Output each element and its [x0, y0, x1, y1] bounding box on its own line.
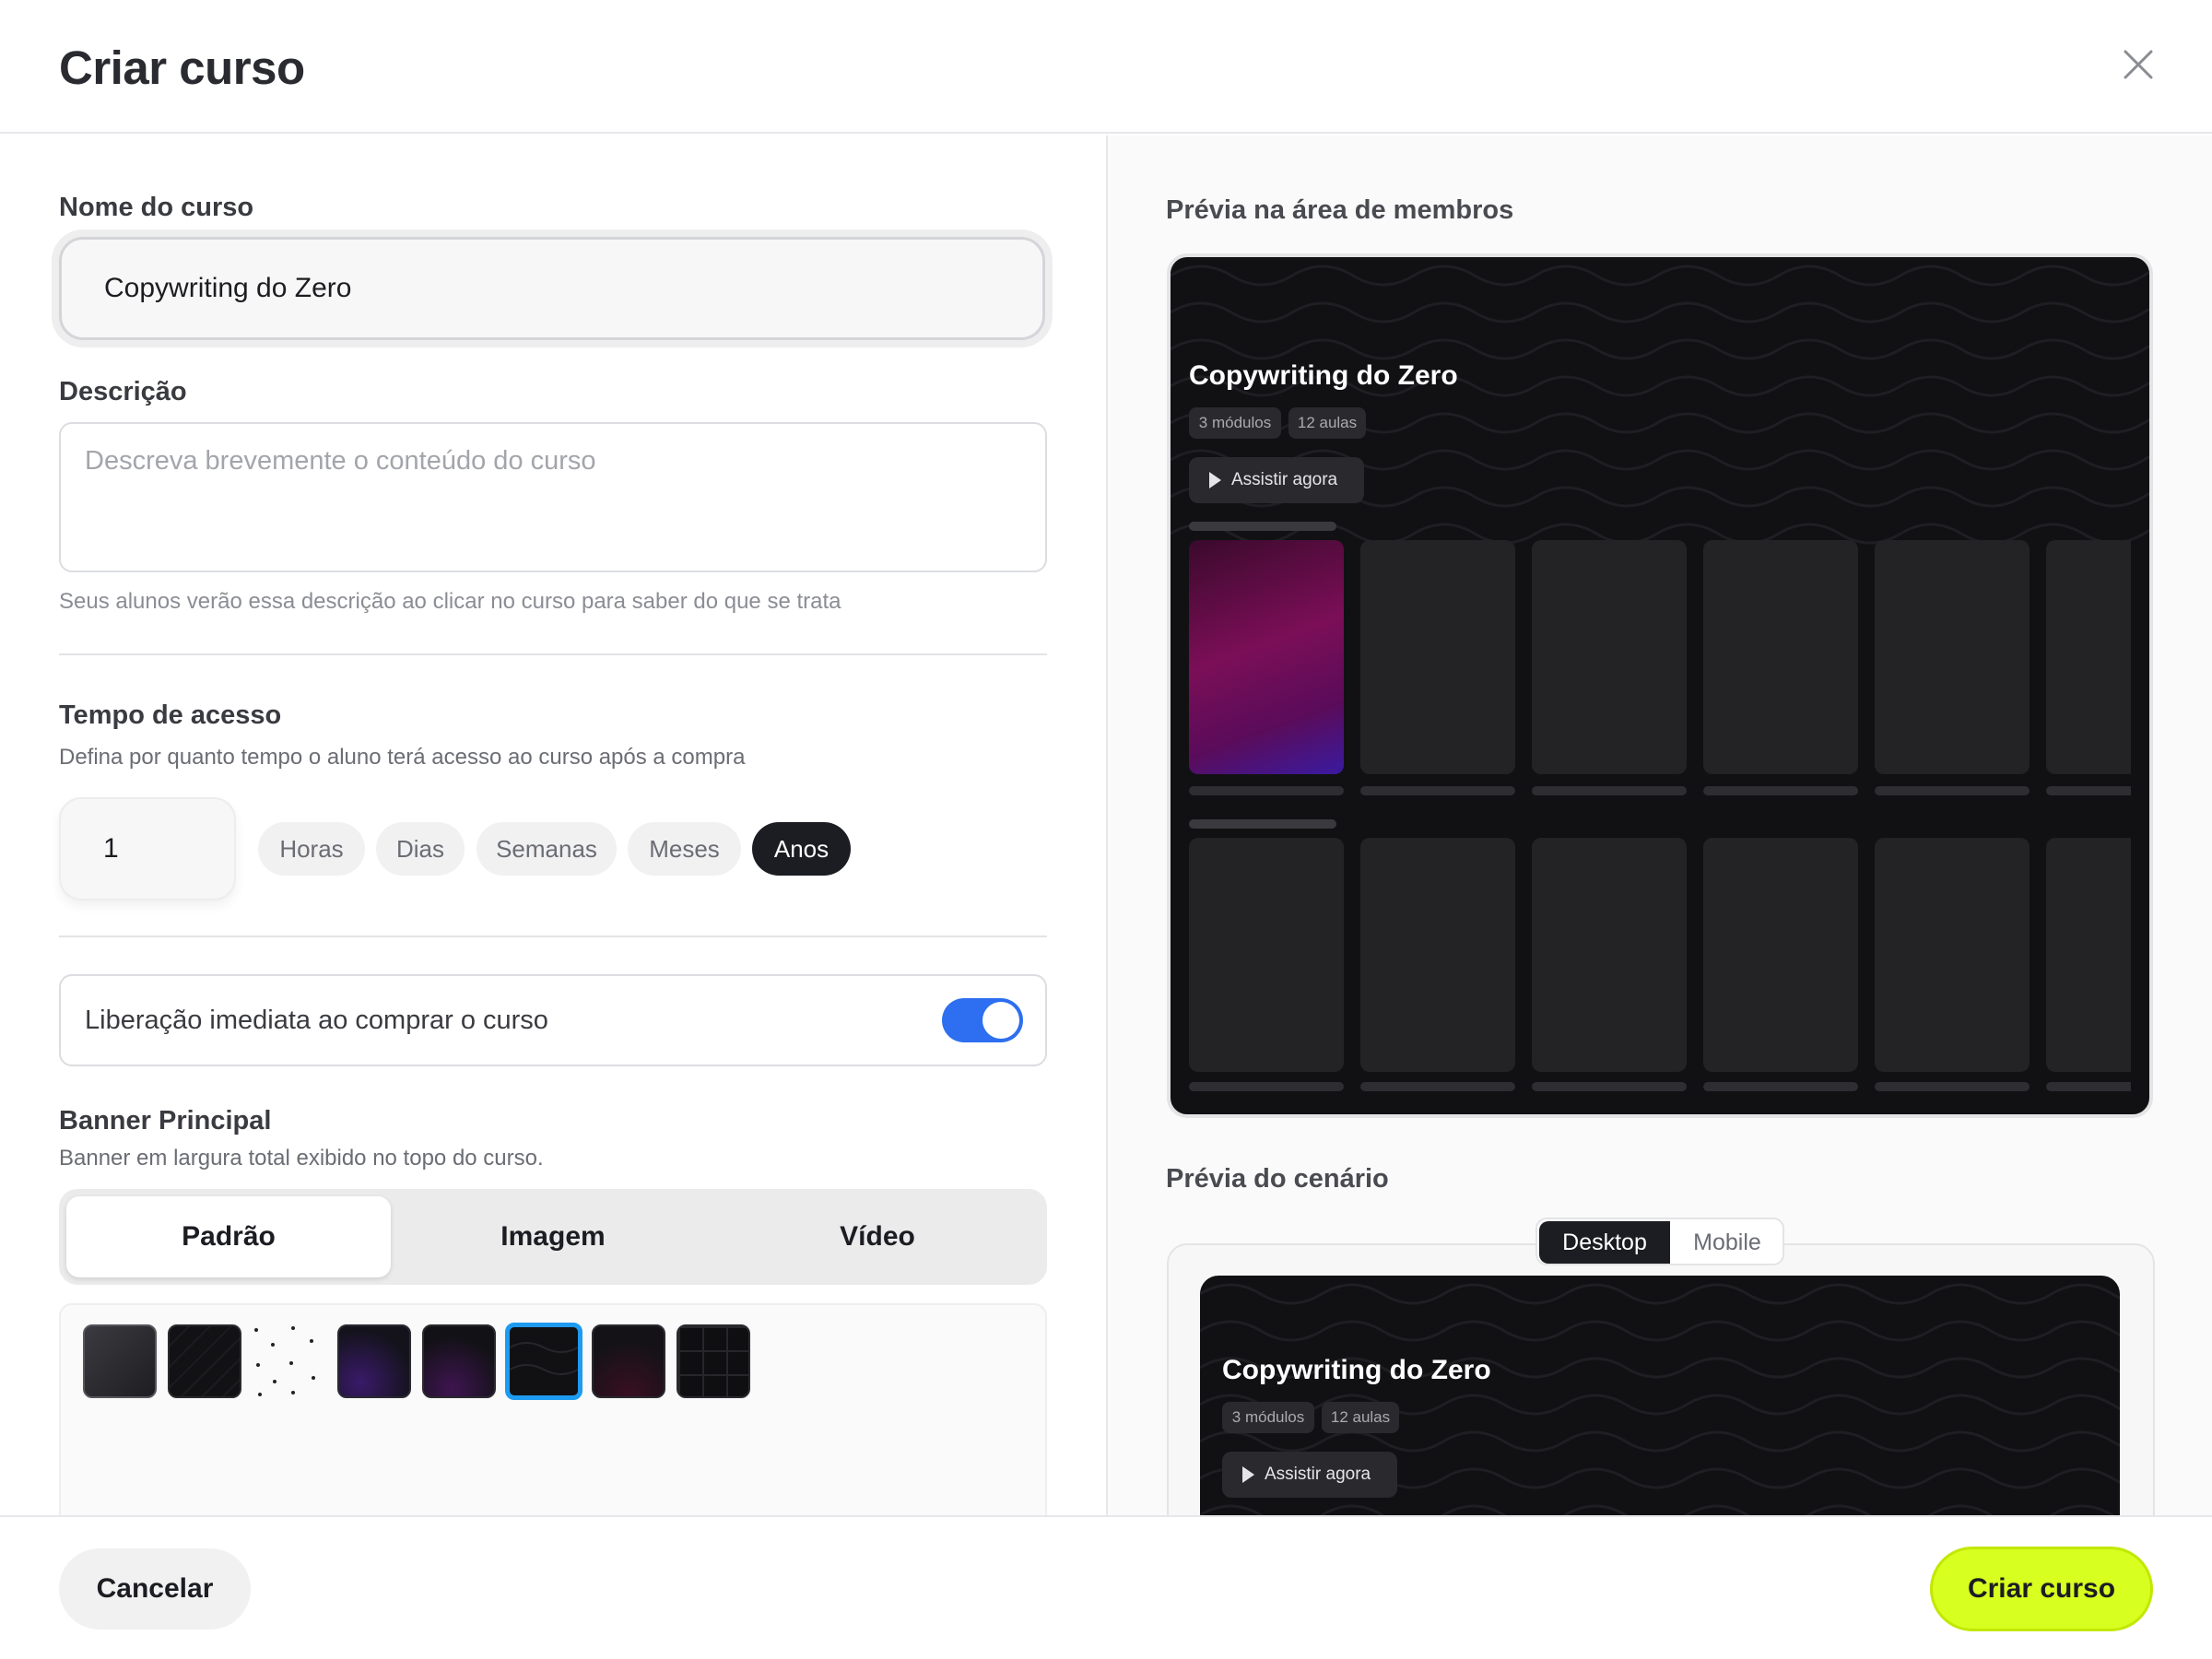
members-area-preview: Copywriting do Zero 3 módulos 12 aulas A… — [1167, 253, 2153, 1118]
banner-type-tabs: Padrão Imagem Vídeo — [59, 1189, 1047, 1285]
device-toggle: Desktop Mobile — [1535, 1218, 1784, 1265]
device-desktop-button[interactable]: Desktop — [1539, 1221, 1670, 1264]
scenario-preview: Copywriting do Zero 3 módulos 12 aulas A… — [1200, 1276, 2120, 1516]
play-icon — [1209, 472, 1221, 488]
preview-panel: Prévia na área de membros Copywriting do… — [1108, 135, 2212, 1516]
tab-video[interactable]: Vídeo — [715, 1196, 1040, 1277]
module-card-placeholder — [2046, 838, 2131, 1072]
module-card-placeholder — [1703, 540, 1858, 774]
description-textarea[interactable] — [59, 422, 1047, 572]
unit-pill-meses[interactable]: Meses — [628, 822, 741, 876]
unit-pill-dias[interactable]: Dias — [376, 822, 465, 876]
card-caption-placeholder — [1360, 1082, 1515, 1091]
background-swatch-maroon-glow[interactable] — [592, 1324, 665, 1398]
background-swatch-dots[interactable] — [253, 1324, 326, 1398]
name-label: Nome do curso — [59, 193, 254, 222]
row-title-placeholder — [1189, 819, 1336, 829]
modal-title: Criar curso — [59, 41, 305, 94]
tab-padrao[interactable]: Padrão — [66, 1196, 391, 1277]
card-caption-placeholder — [1875, 786, 2030, 795]
card-caption-placeholder — [1189, 786, 1344, 795]
members-preview-label: Prévia na área de membros — [1166, 195, 1514, 225]
course-name-input[interactable] — [59, 237, 1045, 340]
modal-header: Criar curso — [0, 0, 2212, 134]
card-caption-placeholder — [1189, 1082, 1344, 1091]
background-swatch-diagonal-lines[interactable] — [168, 1324, 241, 1398]
banner-sublabel: Banner em largura total exibido no topo … — [59, 1146, 544, 1171]
banner-label: Banner Principal — [59, 1106, 272, 1135]
unit-pill-semanas[interactable]: Semanas — [477, 822, 617, 876]
background-swatch-solid-dark[interactable] — [83, 1324, 157, 1398]
access-amount-input[interactable] — [59, 797, 236, 900]
device-mobile-button[interactable]: Mobile — [1672, 1221, 1783, 1264]
card-caption-placeholder — [1532, 1082, 1687, 1091]
create-course-button[interactable]: Criar curso — [1930, 1547, 2153, 1631]
preview-watch-button[interactable]: Assistir agora — [1189, 457, 1364, 503]
immediate-release-row: Liberação imediata ao comprar o curso — [59, 974, 1047, 1066]
description-label: Descrição — [59, 377, 187, 406]
module-card-placeholder — [1360, 838, 1515, 1072]
preview-lessons-badge: 12 aulas — [1288, 407, 1366, 439]
module-card-placeholder — [1532, 540, 1687, 774]
card-caption-placeholder — [1360, 786, 1515, 795]
immediate-release-toggle[interactable] — [942, 998, 1023, 1042]
scenario-preview-label: Prévia do cenário — [1166, 1164, 1389, 1194]
module-card-placeholder — [1703, 838, 1858, 1072]
preview-course-title: Copywriting do Zero — [1189, 360, 1458, 391]
divider — [59, 935, 1047, 937]
cancel-button[interactable]: Cancelar — [59, 1548, 251, 1630]
background-swatch-waves[interactable] — [505, 1323, 582, 1400]
divider — [59, 653, 1047, 655]
card-caption-placeholder — [1703, 1082, 1858, 1091]
background-swatch-violet-glow[interactable] — [422, 1324, 496, 1398]
module-card-placeholder — [1189, 540, 1344, 774]
row-title-placeholder — [1189, 522, 1336, 531]
module-card-placeholder — [1875, 838, 2030, 1072]
toggle-knob — [982, 1002, 1019, 1039]
card-caption-placeholder — [2046, 786, 2131, 795]
scenario-course-title: Copywriting do Zero — [1222, 1355, 1491, 1385]
preview-modules-badge: 3 módulos — [1189, 407, 1281, 439]
scenario-modules-badge: 3 módulos — [1222, 1402, 1314, 1433]
scenario-watch-button[interactable]: Assistir agora — [1222, 1452, 1397, 1498]
immediate-release-label: Liberação imediata ao comprar o curso — [85, 1006, 548, 1035]
card-caption-placeholder — [2046, 1082, 2131, 1091]
card-caption-placeholder — [1703, 786, 1858, 795]
module-card-placeholder — [1360, 540, 1515, 774]
access-time-label: Tempo de acesso — [59, 700, 282, 730]
description-hint: Seus alunos verão essa descrição ao clic… — [59, 589, 841, 614]
module-card-placeholder — [1875, 540, 2030, 774]
background-swatch-grid[interactable] — [677, 1324, 750, 1398]
play-icon — [1242, 1466, 1254, 1483]
module-card-placeholder — [1189, 838, 1344, 1072]
access-time-sublabel: Defina por quanto tempo o aluno terá ace… — [59, 745, 746, 770]
unit-pill-horas[interactable]: Horas — [258, 822, 365, 876]
watch-label: Assistir agora — [1265, 1465, 1371, 1484]
course-form: Nome do curso Descrição Seus alunos verã… — [0, 135, 1106, 1516]
module-card-placeholder — [1532, 838, 1687, 1072]
modal-footer: Cancelar Criar curso — [0, 1515, 2212, 1659]
tab-imagem[interactable]: Imagem — [391, 1196, 715, 1277]
scenario-lessons-badge: 12 aulas — [1322, 1402, 1399, 1433]
unit-pill-anos[interactable]: Anos — [752, 822, 851, 876]
watch-label: Assistir agora — [1231, 470, 1338, 489]
card-caption-placeholder — [1875, 1082, 2030, 1091]
module-card-placeholder — [2046, 540, 2131, 774]
close-icon[interactable] — [2116, 42, 2160, 87]
card-caption-placeholder — [1532, 786, 1687, 795]
background-swatch-purple-glow[interactable] — [337, 1324, 411, 1398]
